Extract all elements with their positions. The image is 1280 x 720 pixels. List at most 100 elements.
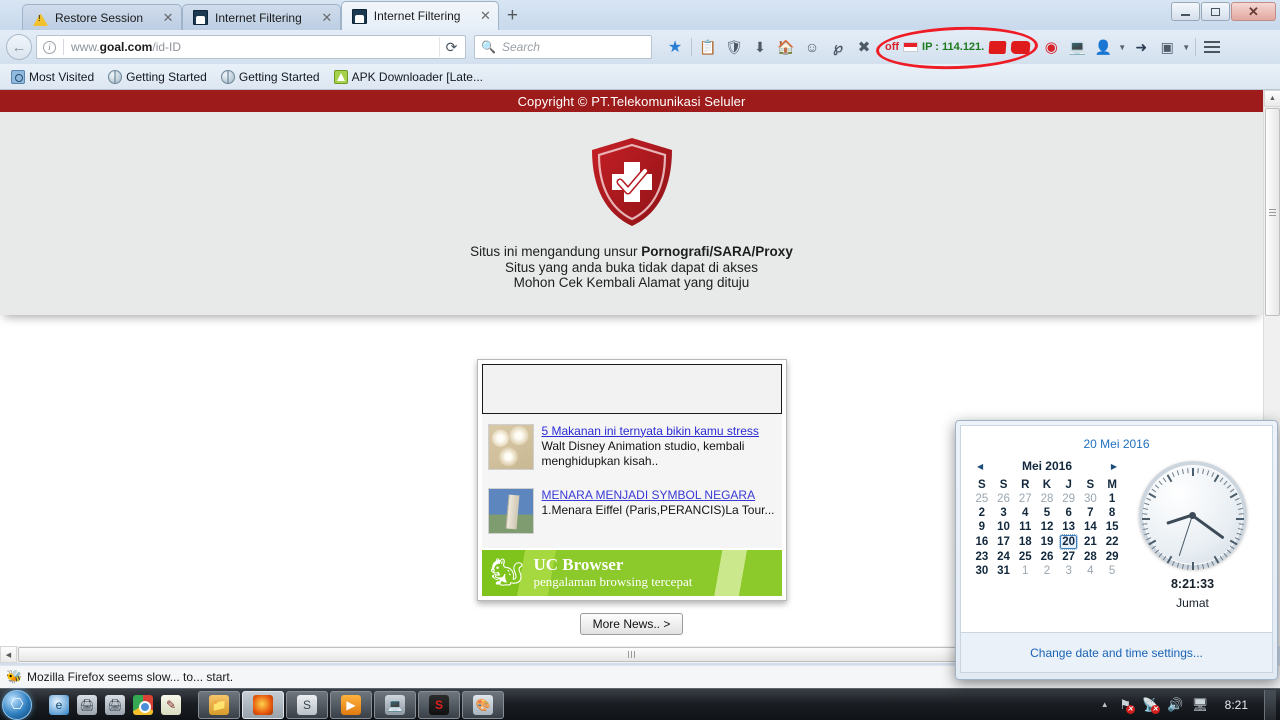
close-x-icon[interactable]: ✖: [851, 34, 877, 60]
calendar-day-today[interactable]: 20: [1058, 534, 1080, 550]
calendar-day[interactable]: 14: [1080, 520, 1102, 534]
calendar-day[interactable]: 11: [1014, 520, 1036, 534]
calendar-day[interactable]: 1: [1014, 564, 1036, 578]
tab-restore-session[interactable]: Restore Session ✕: [22, 4, 183, 30]
reload-icon[interactable]: ⟳: [439, 37, 463, 57]
display-icon[interactable]: 🖥: [1192, 696, 1209, 713]
calendar-day[interactable]: 28: [1080, 550, 1102, 564]
bookmark-apk-downloader[interactable]: APK Downloader [Late...: [329, 68, 488, 86]
calendar-day[interactable]: 4: [1080, 564, 1102, 578]
chevron-down-icon[interactable]: ▼: [1180, 43, 1192, 52]
calendar-day[interactable]: 27: [1014, 492, 1036, 506]
taskbar-item-s-app[interactable]: S: [418, 690, 460, 719]
change-date-time-settings-link[interactable]: Change date and time settings...: [1030, 646, 1203, 660]
opera-icon[interactable]: ◉: [1038, 34, 1064, 60]
flag-error-icon[interactable]: ⚑ ✕: [1117, 696, 1135, 714]
show-desktop-button[interactable]: [1264, 689, 1276, 720]
prev-month-icon[interactable]: ◀: [973, 460, 987, 473]
bookmark-most-visited[interactable]: Most Visited: [6, 68, 99, 86]
calendar-day[interactable]: 5: [1101, 564, 1123, 578]
minimize-button[interactable]: [1171, 2, 1200, 21]
back-button[interactable]: ←: [6, 34, 32, 60]
calendar-day[interactable]: 5: [1036, 506, 1058, 520]
calendar-day[interactable]: 17: [993, 534, 1015, 550]
taskbar-item-media-player[interactable]: ▶: [330, 690, 372, 719]
calendar-day[interactable]: 25: [971, 492, 993, 506]
ip-indicator[interactable]: off IP : 114.121.: [877, 36, 1038, 58]
calendar-day[interactable]: 27: [1058, 550, 1080, 564]
notepad-icon[interactable]: ✎: [158, 692, 184, 718]
calendar-day[interactable]: 2: [1036, 564, 1058, 578]
calendar-day[interactable]: 8: [1101, 506, 1123, 520]
more-news-button[interactable]: More News.. >: [579, 612, 684, 635]
calendar-day[interactable]: 10: [993, 520, 1015, 534]
hamburger-icon[interactable]: [1199, 34, 1225, 60]
list-item[interactable]: MENARA MENJADI SYMBOL NEGARA 1.Menara Ei…: [486, 478, 778, 542]
calendar-day[interactable]: 6: [1058, 506, 1080, 520]
calendar-day[interactable]: 13: [1058, 520, 1080, 534]
maximize-button[interactable]: [1201, 2, 1230, 21]
calendar-day[interactable]: 30: [971, 564, 993, 578]
calendar-day[interactable]: 4: [1014, 506, 1036, 520]
download-icon[interactable]: ⬇: [747, 34, 773, 60]
bookmark-getting-started-1[interactable]: Getting Started: [103, 68, 212, 86]
url-bar[interactable]: i www.goal.com/id-ID ⟳: [36, 35, 466, 59]
calendar-day[interactable]: 21: [1080, 534, 1102, 550]
taskbar-item-snipping-tool[interactable]: S: [286, 690, 328, 719]
calendar-day[interactable]: 19: [1036, 534, 1058, 550]
tray-clock[interactable]: 8:21: [1217, 698, 1256, 712]
close-button[interactable]: ✕: [1231, 2, 1276, 21]
scroll-left-arrow-icon[interactable]: ◀: [0, 646, 17, 663]
scroll-up-arrow-icon[interactable]: ▲: [1264, 90, 1280, 107]
new-tab-button[interactable]: +: [499, 4, 525, 30]
taskbar-item-firefox[interactable]: [242, 690, 284, 719]
windows-start-orb[interactable]: ⎔: [2, 689, 32, 720]
calendar-month-label[interactable]: Mei 2016: [1022, 459, 1072, 473]
tab-internet-filtering-1[interactable]: Internet Filtering ✕: [182, 4, 341, 30]
calendar-day[interactable]: 28: [1036, 492, 1058, 506]
shield-icon[interactable]: 🛡: [721, 34, 747, 60]
calendar-day[interactable]: 2: [971, 506, 993, 520]
taskbar-item-paint[interactable]: 🎨: [462, 690, 504, 719]
uc-browser-banner[interactable]: 🐿 UC Browser pengalaman browsing tercepa…: [481, 549, 782, 596]
calendar-day[interactable]: 30: [1080, 492, 1102, 506]
avatar-icon[interactable]: 👤: [1090, 34, 1116, 60]
calendar-day[interactable]: 29: [1058, 492, 1080, 506]
volume-icon[interactable]: 🔊: [1167, 696, 1184, 713]
tray-expand-icon[interactable]: ▲: [1101, 700, 1109, 709]
calendar-day[interactable]: 31: [993, 564, 1015, 578]
calendar-day[interactable]: 16: [971, 534, 993, 550]
calendar-day[interactable]: 25: [1014, 550, 1036, 564]
bookmark-star-icon[interactable]: ★: [662, 34, 688, 60]
taskbar-item-folder[interactable]: 📁: [198, 690, 240, 719]
crop-icon[interactable]: ▣: [1154, 34, 1180, 60]
calendar-day[interactable]: 3: [1058, 564, 1080, 578]
pointer-icon[interactable]: ➜: [1128, 34, 1154, 60]
chevron-down-icon[interactable]: ▼: [1116, 43, 1128, 52]
taskbar-item-monitor[interactable]: 💻: [374, 690, 416, 719]
calendar-day[interactable]: 7: [1080, 506, 1102, 520]
next-month-icon[interactable]: ▶: [1107, 460, 1121, 473]
calendar-day[interactable]: 18: [1014, 534, 1036, 550]
bookmark-getting-started-2[interactable]: Getting Started: [216, 68, 325, 86]
tab-close-icon[interactable]: ✕: [478, 9, 492, 22]
search-input[interactable]: 🔍 Search: [474, 35, 652, 59]
ie-icon[interactable]: e: [46, 692, 72, 718]
news-link[interactable]: 5 Makanan ini ternyata bikin kamu stress: [542, 424, 776, 439]
calendar-day[interactable]: 29: [1101, 550, 1123, 564]
list-item[interactable]: 5 Makanan ini ternyata bikin kamu stress…: [486, 420, 778, 478]
site-info-icon[interactable]: i: [43, 40, 56, 54]
calendar-day[interactable]: 15: [1101, 520, 1123, 534]
tab-close-icon[interactable]: ✕: [320, 11, 334, 24]
pocket-icon[interactable]: ℘: [825, 34, 851, 60]
smiley-icon[interactable]: ☺: [799, 34, 825, 60]
network-error-icon[interactable]: 📡 ✕: [1142, 696, 1160, 714]
vertical-scrollbar-thumb[interactable]: [1265, 108, 1280, 316]
news-link[interactable]: MENARA MENJADI SYMBOL NEGARA: [542, 488, 775, 503]
calendar-day[interactable]: 26: [993, 492, 1015, 506]
chrome-icon[interactable]: [130, 692, 156, 718]
tab-internet-filtering-2[interactable]: Internet Filtering ✕: [340, 1, 500, 30]
calendar-day[interactable]: 24: [993, 550, 1015, 564]
printer-icon[interactable]: 🖨: [102, 692, 128, 718]
calendar-day[interactable]: 3: [993, 506, 1015, 520]
